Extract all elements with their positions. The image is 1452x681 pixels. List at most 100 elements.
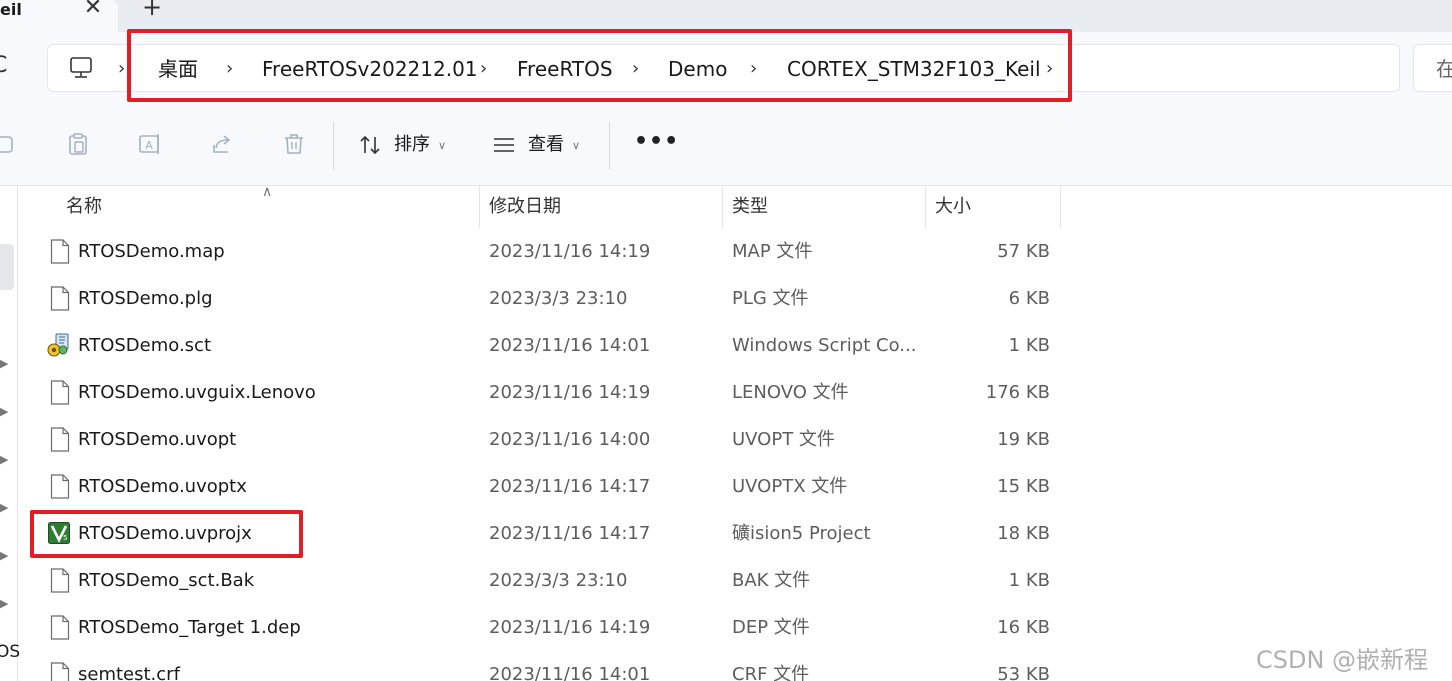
file-size: 53 KB	[997, 664, 1050, 681]
sort-button[interactable]: 排序 ∨	[358, 132, 446, 158]
file-type: UVOPT 文件	[732, 429, 835, 450]
column-divider[interactable]	[722, 186, 723, 228]
file-row[interactable]: RTOSDemo.uvguix.Lenovo 2023/11/16 14:19 …	[20, 369, 1060, 416]
file-type: BAK 文件	[732, 570, 811, 591]
document-icon	[50, 568, 70, 593]
pin-icon[interactable]: ▶	[0, 406, 12, 418]
file-type: DEP 文件	[732, 617, 810, 638]
view-icon	[494, 138, 514, 152]
column-header-size[interactable]: 大小	[935, 186, 971, 228]
file-name: RTOSDemo.map	[78, 241, 225, 262]
file-name: semtest.crf	[78, 664, 180, 681]
pin-icon[interactable]: ▶	[0, 502, 12, 514]
file-date: 2023/11/16 14:01	[489, 664, 651, 681]
document-icon	[50, 615, 70, 640]
copy-icon[interactable]	[0, 132, 16, 156]
active-tab[interactable]: eil ✕	[0, 0, 118, 32]
file-row[interactable]: RTOSDemo.sct 2023/11/16 14:01 Windows Sc…	[20, 322, 1060, 369]
file-name: RTOSDemo.sct	[78, 335, 212, 356]
watermark: CSDN @嵌新程	[1256, 646, 1429, 674]
nav-item-label[interactable]: OS	[0, 642, 20, 662]
sort-ascending-icon: ∧	[262, 184, 273, 200]
refresh-icon[interactable]: C	[0, 54, 7, 78]
file-name: RTOSDemo_sct.Bak	[78, 570, 255, 591]
file-size: 6 KB	[1008, 288, 1050, 309]
file-row[interactable]: RTOSDemo_sct.Bak 2023/3/3 23:10 BAK 文件 1…	[20, 557, 1060, 604]
breadcrumb-highlight-box	[127, 29, 1072, 102]
sort-icon	[360, 135, 380, 155]
file-size: 1 KB	[1008, 335, 1050, 356]
file-date: 2023/11/16 14:19	[489, 241, 651, 262]
file-row[interactable]: RTOSDemo_Target 1.dep 2023/11/16 14:19 D…	[20, 604, 1060, 651]
pin-icon[interactable]: ▶	[0, 358, 12, 370]
paste-icon[interactable]	[66, 132, 90, 156]
chevron-down-icon: ∨	[572, 138, 581, 152]
breadcrumb-separator[interactable]: ›	[118, 59, 125, 79]
toolbar-divider	[333, 122, 334, 170]
nav-selected-item[interactable]	[0, 244, 14, 290]
rename-icon[interactable]: A	[138, 132, 162, 156]
file-type: PLG 文件	[732, 288, 809, 309]
tab-title: eil	[0, 0, 22, 19]
column-header-date[interactable]: 修改日期	[489, 186, 561, 228]
file-date: 2023/3/3 23:10	[489, 570, 628, 591]
file-type: 礦ision5 Project	[732, 523, 871, 544]
document-icon	[50, 286, 70, 311]
close-tab-icon[interactable]: ✕	[82, 0, 104, 19]
file-name: RTOSDemo_Target 1.dep	[78, 617, 301, 638]
file-type: LENOVO 文件	[732, 382, 849, 403]
file-type: UVOPTX 文件	[732, 476, 848, 497]
pin-icon[interactable]: ▶	[0, 454, 12, 466]
file-size: 15 KB	[997, 476, 1050, 497]
file-name: RTOSDemo.uvopt	[78, 429, 237, 450]
file-size: 1 KB	[1008, 570, 1050, 591]
script-icon	[47, 333, 69, 357]
column-divider[interactable]	[479, 186, 480, 228]
share-icon[interactable]	[210, 132, 234, 156]
more-options-button[interactable]: •••	[634, 130, 679, 154]
file-date: 2023/11/16 14:00	[489, 429, 651, 450]
file-size: 176 KB	[985, 382, 1050, 403]
file-row[interactable]: RTOSDemo.uvoptx 2023/11/16 14:17 UVOPTX …	[20, 463, 1060, 510]
file-date: 2023/11/16 14:19	[489, 617, 651, 638]
file-size: 57 KB	[997, 241, 1050, 262]
command-toolbar: A 排序 ∨ 查看 ∨ •••	[0, 102, 1452, 186]
search-placeholder: 在	[1436, 57, 1452, 81]
file-date: 2023/3/3 23:10	[489, 288, 628, 309]
file-size: 16 KB	[997, 617, 1050, 638]
file-type: Windows Script Co...	[732, 335, 917, 356]
file-date: 2023/11/16 14:19	[489, 382, 651, 403]
file-type: CRF 文件	[732, 664, 810, 681]
pin-icon[interactable]: ▶	[0, 550, 12, 562]
file-name: RTOSDemo.uvguix.Lenovo	[78, 382, 316, 403]
new-tab-icon[interactable]: +	[140, 0, 164, 19]
computer-icon[interactable]	[69, 57, 93, 79]
document-icon	[50, 380, 70, 405]
delete-icon[interactable]	[282, 132, 306, 156]
column-divider[interactable]	[925, 186, 926, 228]
search-input[interactable]: 在	[1413, 44, 1452, 92]
column-header-name[interactable]: 名称	[66, 186, 102, 228]
document-icon	[50, 239, 70, 264]
file-date: 2023/11/16 14:17	[489, 523, 651, 544]
view-label: 查看	[528, 134, 564, 155]
tab-strip: eil ✕ +	[0, 0, 1452, 32]
file-name: RTOSDemo.uvoptx	[78, 476, 247, 497]
view-button[interactable]: 查看 ∨	[492, 132, 580, 158]
address-row: C › 桌面 › FreeRTOSv202212.01 › FreeRTOS ›…	[0, 29, 1452, 102]
file-name: RTOSDemo.plg	[78, 288, 213, 309]
column-header-type[interactable]: 类型	[732, 186, 768, 228]
column-divider[interactable]	[1060, 186, 1061, 228]
file-row[interactable]: semtest.crf 2023/11/16 14:01 CRF 文件 53 K…	[20, 651, 1060, 681]
file-row[interactable]: RTOSDemo.uvopt 2023/11/16 14:00 UVOPT 文件…	[20, 416, 1060, 463]
file-row[interactable]: RTOSDemo.plg 2023/3/3 23:10 PLG 文件 6 KB	[20, 275, 1060, 322]
file-size: 18 KB	[997, 523, 1050, 544]
document-icon	[50, 662, 70, 681]
sort-label: 排序	[394, 134, 430, 155]
file-type: MAP 文件	[732, 241, 813, 262]
file-row[interactable]: RTOSDemo.map 2023/11/16 14:19 MAP 文件 57 …	[20, 228, 1060, 275]
file-explorer-window: eil ✕ + C › 桌面 › FreeRTOSv202212.01 › Fr…	[0, 0, 1452, 681]
toolbar-divider	[609, 122, 610, 170]
pin-icon[interactable]: ▶	[0, 598, 12, 610]
file-size: 19 KB	[997, 429, 1050, 450]
